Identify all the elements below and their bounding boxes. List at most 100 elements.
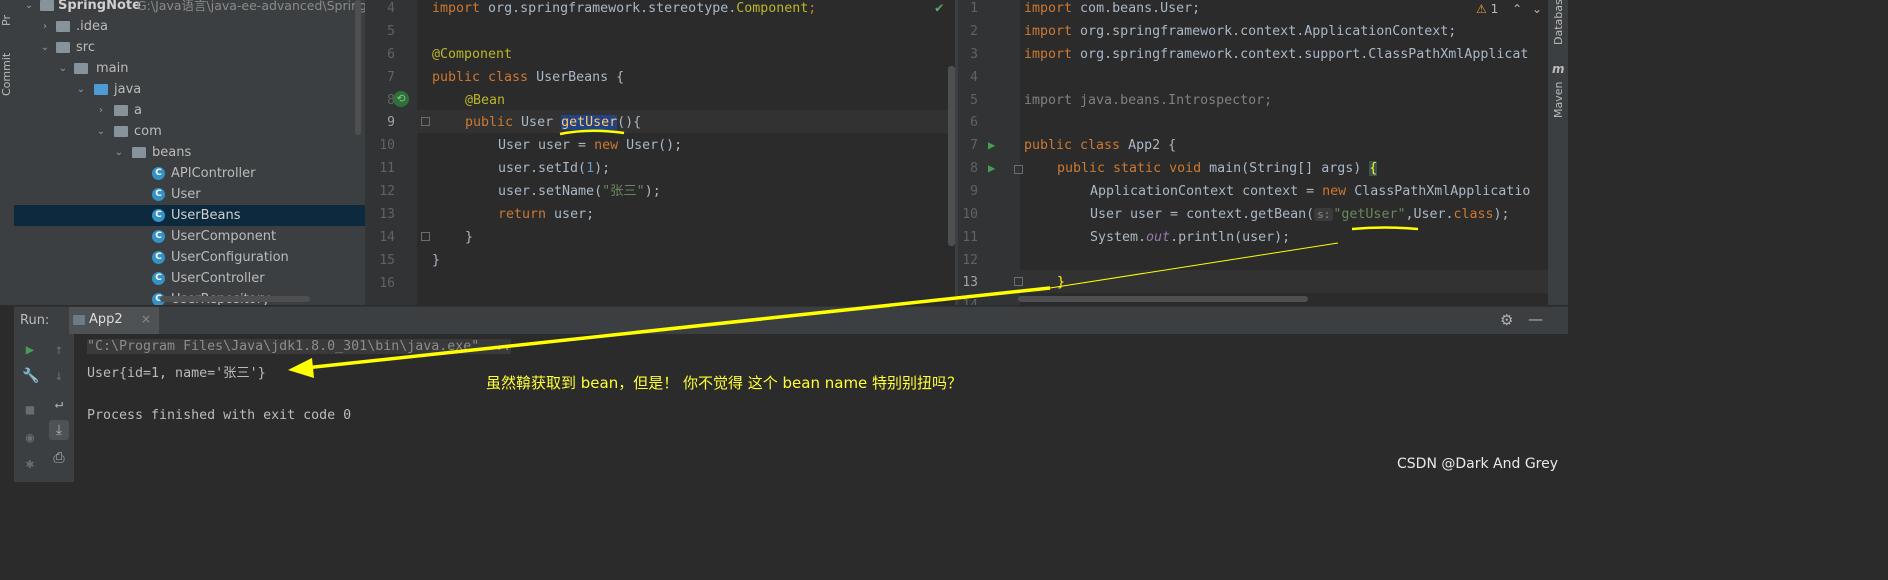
tree-item-selected[interactable]: C UserBeans xyxy=(14,205,365,226)
line-number: 2 xyxy=(970,24,978,39)
tree-scrollbar-horizontal[interactable] xyxy=(160,296,310,302)
class-icon: C xyxy=(152,188,165,201)
chevron-right-icon[interactable]: › xyxy=(40,16,50,37)
chevron-down-icon[interactable]: ⌄ xyxy=(96,121,106,142)
tree-item[interactable]: ⌄ com xyxy=(14,121,365,142)
database-tool-label[interactable]: Database xyxy=(1552,0,1565,45)
folder-icon xyxy=(56,42,70,53)
code-token: public static void xyxy=(1057,161,1202,176)
tree-item[interactable]: › a xyxy=(14,100,365,121)
fold-marker-icon[interactable] xyxy=(1014,165,1023,174)
code-line: } xyxy=(432,253,441,268)
tree-item[interactable]: › .idea xyxy=(14,16,365,37)
tree-item[interactable]: C UserComponent xyxy=(14,226,365,247)
code-token: import xyxy=(432,1,481,16)
chevron-down-icon[interactable]: ⌄ xyxy=(24,0,34,16)
code-token: class xyxy=(1453,207,1494,222)
run-gutter-icon[interactable]: ▶ xyxy=(988,161,995,175)
fold-marker-icon[interactable] xyxy=(421,117,430,126)
code-token: ; xyxy=(808,1,817,16)
tree-item[interactable]: C UserController xyxy=(14,268,365,289)
chevron-down-icon[interactable]: ⌄ xyxy=(1532,2,1542,16)
arrow-up-icon[interactable]: ↑ xyxy=(51,342,67,358)
tree-item-label: beans xyxy=(152,145,192,160)
code-token-selected: getUser xyxy=(561,115,618,130)
line-number: 4 xyxy=(387,1,395,16)
soft-wrap-icon[interactable]: ↵ xyxy=(51,396,67,412)
scroll-to-end-icon[interactable]: ⤓ xyxy=(49,420,69,440)
code-token: ,User. xyxy=(1405,207,1454,222)
line-number: 9 xyxy=(970,184,978,199)
code-token: UserBeans { xyxy=(528,70,625,85)
code-token: User(); xyxy=(618,138,683,153)
run-gutter-icon[interactable]: ▶ xyxy=(988,138,995,152)
code-token: public class xyxy=(1024,138,1121,153)
maven-tool-label[interactable]: Maven xyxy=(1552,82,1565,118)
code-token: User xyxy=(513,115,562,130)
code-token: out xyxy=(1146,230,1171,245)
folder-icon xyxy=(74,63,88,74)
code-token: User user = context.getBean( xyxy=(1090,207,1315,222)
print-icon[interactable]: ⎙ xyxy=(51,450,67,466)
run-tab-label: App2 xyxy=(89,312,123,327)
tree-root-name: SpringNote xyxy=(58,0,141,13)
tree-item-label: .idea xyxy=(76,19,108,34)
class-icon: C xyxy=(152,167,165,180)
code-token: ); xyxy=(1493,207,1510,222)
run-console[interactable]: "C:\Program Files\Java\jdk1.8.0_301\bin\… xyxy=(74,334,1568,482)
line-number: 13 xyxy=(379,207,395,222)
chevron-down-icon[interactable]: ⌄ xyxy=(40,37,50,58)
tree-item[interactable]: ⌄ java xyxy=(14,79,365,100)
fold-marker-icon[interactable] xyxy=(1014,277,1023,286)
tree-root[interactable]: ⌄ SpringNote G:\Java语言\java-ee-advanced\… xyxy=(14,0,365,16)
commit-tool-label[interactable]: Commit xyxy=(0,53,13,96)
code-token: "getUser" xyxy=(1333,207,1406,222)
project-tool-label[interactable]: Pr xyxy=(0,15,13,26)
chevron-down-icon[interactable]: ⌄ xyxy=(76,79,86,100)
debug-icon[interactable]: ✱ xyxy=(22,456,38,472)
tree-item[interactable]: C APIController xyxy=(14,163,365,184)
line-number: 6 xyxy=(387,47,395,62)
fold-marker-icon[interactable] xyxy=(421,232,430,241)
warning-icon: ⚠ xyxy=(1476,2,1487,16)
chevron-down-icon[interactable]: ⌄ xyxy=(58,58,68,79)
right-editor[interactable]: 1 2 3 4 5 6 7 8 9 10 11 12 13 14 ▶ ▶ ⚠ 1… xyxy=(958,0,1548,305)
bean-gutter-icon[interactable]: ⟲ xyxy=(393,91,409,107)
line-number: 11 xyxy=(379,161,395,176)
tree-item[interactable]: ⌄ src xyxy=(14,37,365,58)
code-token: public class xyxy=(432,70,529,85)
code-token: new xyxy=(1322,184,1347,199)
left-editor[interactable]: 4 5 6 7 8 9 10 11 12 13 14 15 16 ⟲ ✔ imp… xyxy=(365,0,955,305)
rerun-icon[interactable]: ▶ xyxy=(22,342,38,358)
chevron-up-icon[interactable]: ⌃ xyxy=(1512,2,1522,16)
right-editor-hscrollbar[interactable] xyxy=(1018,296,1308,302)
left-editor-scrollbar[interactable] xyxy=(948,66,955,246)
run-tab-app2[interactable]: App2 × xyxy=(69,307,159,335)
right-tool-strip: Database m Maven xyxy=(1548,0,1568,305)
tree-item[interactable]: C User xyxy=(14,184,365,205)
chevron-down-icon[interactable]: ⌄ xyxy=(114,142,124,163)
line-number: 11 xyxy=(962,230,978,245)
stop-icon[interactable]: ■ xyxy=(22,402,38,418)
run-label: Run: xyxy=(20,313,50,328)
tree-item[interactable]: ⌄ main xyxy=(14,58,365,79)
line-number: 6 xyxy=(970,115,978,130)
folder-icon xyxy=(40,0,54,11)
code-token-brace-match: { xyxy=(1369,161,1378,176)
tree-item[interactable]: ⌄ beans xyxy=(14,142,365,163)
gear-icon[interactable]: ⚙ xyxy=(1500,311,1513,329)
minimize-icon[interactable]: — xyxy=(1528,310,1543,328)
tree-item[interactable]: C UserConfiguration xyxy=(14,247,365,268)
line-number: 8 xyxy=(970,161,978,176)
camera-icon[interactable]: ◉ xyxy=(22,430,38,446)
code-token: ApplicationContext context = xyxy=(1090,184,1323,199)
tree-scrollbar-vertical[interactable] xyxy=(355,0,361,135)
close-icon[interactable]: × xyxy=(141,312,151,326)
inspection-widget[interactable]: ⚠ 1 ⌃ ⌄ xyxy=(1476,2,1542,16)
wrench-icon[interactable]: 🔧 xyxy=(22,368,39,384)
tree-item-label: User xyxy=(171,187,201,202)
chevron-right-icon[interactable]: › xyxy=(96,100,106,121)
arrow-down-icon[interactable]: ↓ xyxy=(51,368,67,384)
code-token: user.setId( xyxy=(498,161,587,176)
tree-item-label: a xyxy=(134,103,142,118)
